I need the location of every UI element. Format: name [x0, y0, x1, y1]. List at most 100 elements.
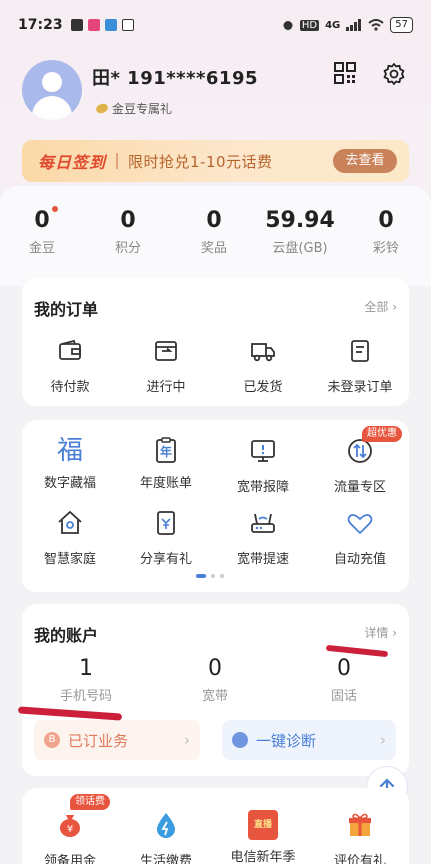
stat-label: 奖品 [200, 241, 227, 256]
service-digital-fu[interactable]: 福 数字藏福 [22, 436, 118, 491]
diagnose-icon [232, 732, 248, 748]
share-gift-icon [157, 511, 175, 535]
status-time: 17:23 [18, 17, 63, 33]
account-label: 固话 [330, 689, 357, 704]
stat-ringtones[interactable]: 0 彩铃 [346, 208, 426, 256]
qr-code-icon[interactable] [334, 62, 356, 84]
order-item-label: 待付款 [50, 380, 90, 395]
battery-indicator: 57 [390, 17, 413, 33]
account-phone-numbers[interactable]: 1 手机号码 [36, 656, 136, 704]
stat-gold-beans[interactable]: 0 金豆 [2, 208, 82, 256]
signin-view-button[interactable]: 去查看 [333, 149, 397, 173]
service-auto-recharge[interactable]: 自动充值 [312, 508, 408, 567]
user-name[interactable]: 田* 191****6195 [92, 64, 258, 90]
promo-new-year-season[interactable]: 直播 电信新年季 [215, 810, 311, 864]
account-label: 手机号码 [59, 689, 112, 704]
svg-text:¥: ¥ [67, 824, 73, 835]
banner-divider [116, 153, 119, 169]
service-label: 数字藏福 [43, 476, 96, 491]
service-broadband-speedup[interactable]: 宽带提速 [215, 508, 311, 567]
inbox-icon [155, 341, 177, 361]
stat-value: 0 [120, 208, 136, 233]
stat-points[interactable]: 0 积分 [88, 208, 168, 256]
promo-label: 评价有礼 [333, 854, 386, 864]
router-speed-icon [251, 513, 275, 533]
service-smart-home[interactable]: 智慧家庭 [22, 508, 118, 567]
subscribed-label: 已订业务 [68, 731, 129, 750]
broadband-report-icon [251, 440, 275, 462]
order-not-logged-in[interactable]: 未登录订单 [312, 336, 408, 395]
promo-review-gift[interactable]: 评价有礼 [312, 810, 408, 864]
service-annual-bill[interactable]: 年 年度账单 [118, 436, 214, 491]
fu-icon: 福 [56, 436, 83, 466]
order-shipped[interactable]: 已发货 [215, 336, 311, 395]
service-broadband-report[interactable]: 宽带报障 [215, 436, 311, 495]
services-grid-card: 福 数字藏福 年 年度账单 宽带报障 流量专区 超优惠 智慧家庭 分享有礼 宽带… [22, 420, 409, 592]
gift-box-icon [349, 813, 371, 836]
money-bag-icon: ¥ [60, 815, 80, 837]
utility-drop-icon [157, 813, 175, 838]
gold-privilege-tag[interactable]: 金豆专属礼 [94, 100, 173, 117]
orders-view-all-link[interactable]: 全部 › [364, 298, 397, 315]
page-dot [211, 574, 215, 578]
promotions-strip: 领话费 ¥ 领备用金 生活缴费 直播 电信新年季 评价有礼 [22, 788, 409, 864]
avatar[interactable] [22, 60, 82, 120]
sim-icon [121, 19, 134, 31]
annual-bill-icon: 年 [151, 436, 181, 466]
service-label: 智慧家庭 [43, 552, 96, 567]
order-pending-payment[interactable]: 待付款 [22, 336, 118, 395]
alipay-icon [104, 19, 117, 31]
page-indicator [196, 574, 224, 578]
subscribed-services-button[interactable]: B 已订业务 › [34, 720, 200, 760]
network-type: 4G [325, 19, 341, 31]
heart-icon [347, 514, 373, 535]
new-year-icon: 直播 [248, 810, 278, 840]
order-item-label: 已发货 [243, 380, 283, 395]
stat-value: 0 [378, 208, 394, 233]
chevron-right-icon: › [380, 731, 386, 749]
promo-utility-payment[interactable]: 生活缴费 [118, 810, 214, 864]
my-account-card: 我的账户 详情 › 1 手机号码 0 宽带 0 固话 B 已订业务 › 一键诊断… [17, 604, 409, 776]
promo-reserve-fund[interactable]: ¥ 领备用金 [22, 810, 118, 864]
super-discount-badge: 超优惠 [362, 426, 402, 442]
one-click-diagnose-button[interactable]: 一键诊断 › [222, 720, 396, 760]
daily-signin-banner[interactable]: 每日签到 限时抢兑1-10元话费 去查看 [22, 140, 409, 182]
order-item-label: 未登录订单 [327, 380, 393, 395]
order-in-progress[interactable]: 进行中 [118, 336, 214, 395]
get-credit-badge: 领话费 [70, 794, 110, 810]
wifi-icon [368, 19, 384, 31]
signin-title: 每日签到 [38, 153, 107, 172]
wallet-icon [59, 339, 81, 360]
account-title: 我的账户 [34, 626, 99, 645]
settings-gear-icon[interactable] [382, 62, 406, 86]
app-notification-icon [87, 19, 100, 31]
smart-home-icon [58, 510, 82, 534]
stat-cloud-storage[interactable]: 59.94 云盘(GB) [260, 208, 340, 256]
service-label: 宽带提速 [236, 552, 289, 567]
service-share-gift[interactable]: 分享有礼 [118, 508, 214, 567]
new-indicator-dot [52, 206, 58, 212]
stat-label: 彩铃 [372, 241, 399, 256]
alarm-icon [283, 21, 293, 30]
account-value: 1 [79, 656, 93, 681]
hd-icon: HD [299, 19, 320, 31]
status-bar: 17:23 HD 4G 57 [0, 0, 431, 50]
stat-prizes[interactable]: 0 奖品 [174, 208, 254, 256]
assets-stats-panel: 0 金豆 0 积分 0 奖品 59.94 云盘(GB) 0 彩铃 [0, 186, 431, 286]
promo-label: 生活缴费 [139, 854, 192, 864]
account-details-link[interactable]: 详情 › [364, 624, 397, 641]
service-data-traffic[interactable]: 流量专区 [312, 436, 408, 495]
account-landline[interactable]: 0 固话 [294, 656, 394, 704]
account-value: 0 [337, 656, 351, 681]
gold-tag-label: 金豆专属礼 [112, 102, 173, 116]
account-broadband[interactable]: 0 宽带 [165, 656, 265, 704]
chevron-right-icon: › [184, 731, 190, 749]
service-label: 年度账单 [139, 476, 192, 491]
profile-header: 田* 191****6195 金豆专属礼 [22, 60, 412, 122]
promo-label: 电信新年季 [230, 850, 296, 864]
notification-icon [70, 19, 83, 31]
stat-value: 0 [34, 208, 50, 233]
order-item-label: 进行中 [146, 380, 186, 395]
stat-label: 金豆 [28, 241, 55, 256]
annotation-scribble [17, 706, 123, 721]
